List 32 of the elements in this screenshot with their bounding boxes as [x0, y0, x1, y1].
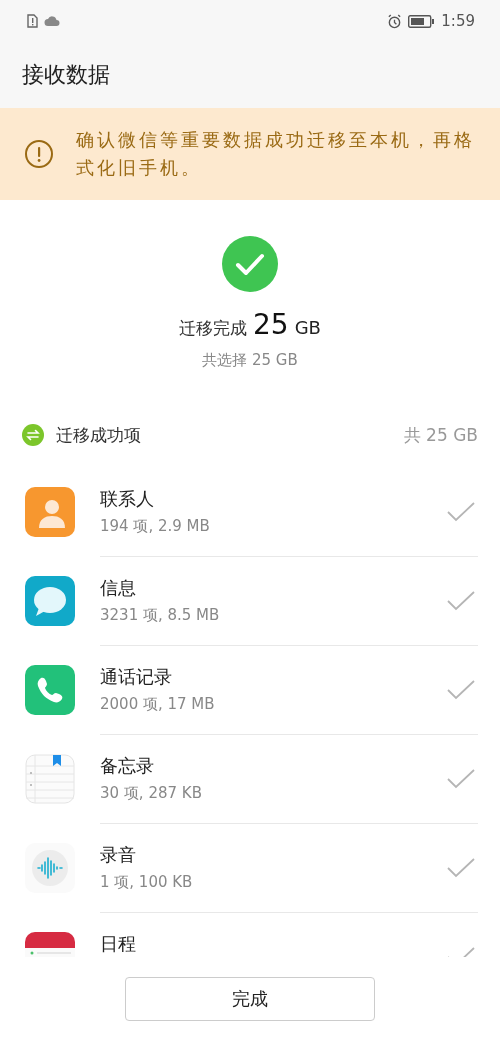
- item-detail: 2000 项, 17 MB: [100, 695, 216, 714]
- clock-time: 1:59: [441, 12, 475, 30]
- phone-icon: [25, 665, 75, 715]
- battery-icon: [408, 14, 436, 28]
- item-title: 日程: [100, 932, 137, 956]
- transfer-icon: [22, 424, 44, 446]
- cloud-icon: [44, 16, 60, 26]
- item-detail: 1 项, 100 KB: [100, 873, 194, 892]
- chat-bubble-icon: [25, 576, 75, 626]
- notice-text: 确认微信等重要数据成功迁移至本机，再格式化旧手机。: [76, 128, 476, 180]
- alarm-icon: [387, 13, 403, 29]
- item-detail: 30 项, 287 KB: [100, 784, 203, 803]
- success-check-icon: [222, 236, 278, 292]
- item-title: 备忘录: [100, 754, 155, 778]
- finish-button[interactable]: 完成: [125, 977, 375, 1021]
- item-detail: 194 项, 2.9 MB: [100, 517, 211, 536]
- item-title: 录音: [100, 843, 137, 867]
- item-title: 信息: [100, 576, 137, 600]
- warning-icon: [24, 139, 54, 169]
- item-detail: 3231 项, 8.5 MB: [100, 606, 221, 625]
- amount-unit: GB: [294, 317, 321, 338]
- page-title: 接收数据: [22, 61, 110, 89]
- notepad-icon: [25, 754, 75, 804]
- item-title: 联系人: [100, 487, 155, 511]
- section-total: 共 25 GB: [403, 423, 478, 447]
- complete-label: 迁移完成: [179, 317, 248, 340]
- sim-alert-icon: [27, 14, 38, 28]
- contact-app-icon: [25, 487, 75, 537]
- section-title: 迁移成功项: [56, 423, 142, 447]
- complete-amount: 25: [253, 308, 289, 341]
- item-title: 通话记录: [100, 665, 173, 689]
- selected-total: 共选择 25 GB: [202, 351, 298, 370]
